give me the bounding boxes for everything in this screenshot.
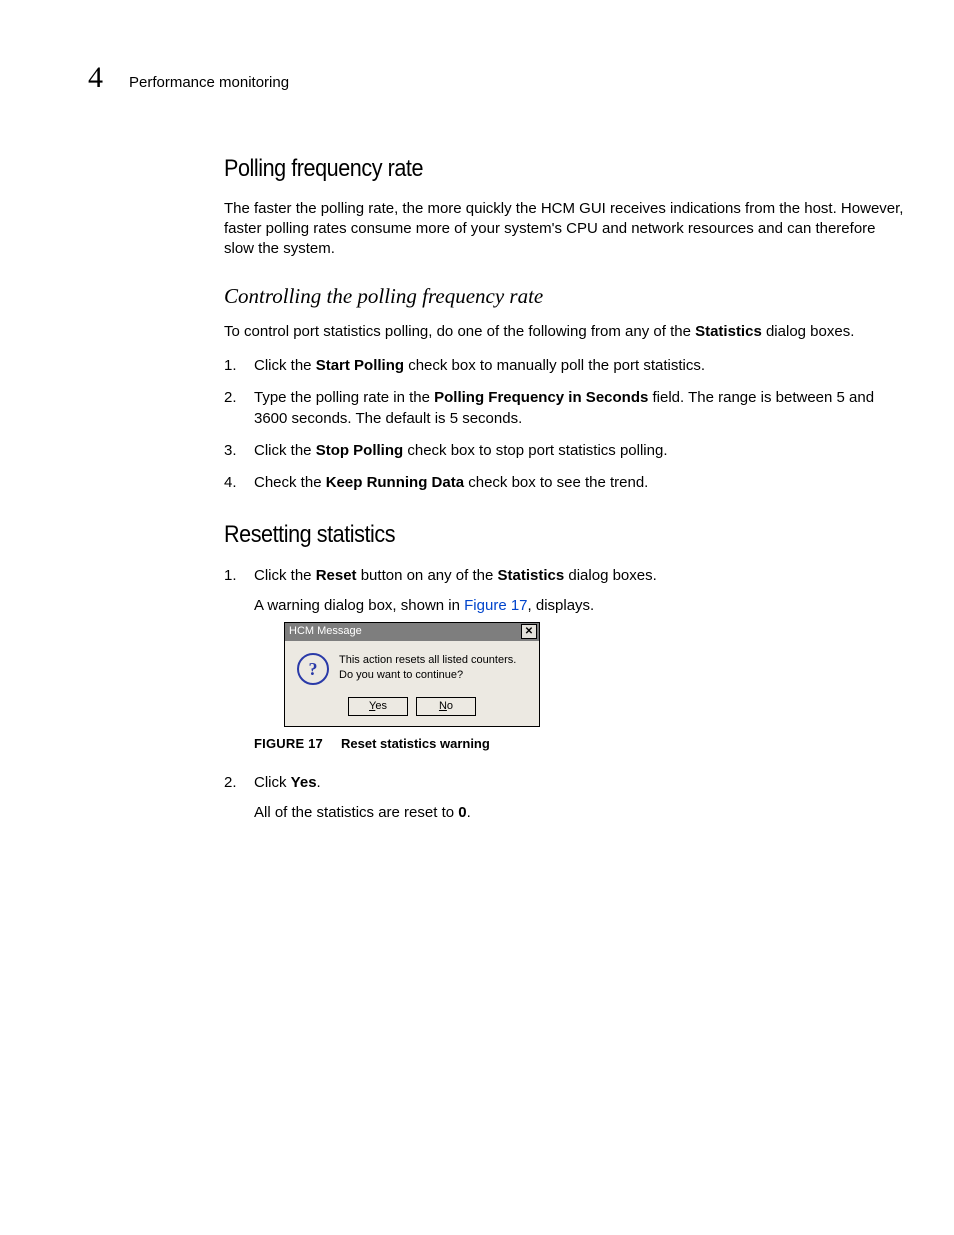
text-bold: 0 — [458, 804, 466, 821]
text-bold: Statistics — [695, 323, 762, 340]
list-item: 4. Check the Keep Running Data check box… — [224, 473, 904, 493]
step-number: 3. — [224, 441, 237, 461]
list-item: 1. Click the Start Polling check box to … — [224, 356, 904, 376]
hcm-message-dialog: HCM Message ✕ ? This action resets all l… — [284, 622, 540, 727]
text: Do you want to continue? — [339, 668, 516, 683]
step-number: 2. — [224, 388, 237, 408]
list-item: 2. Type the polling rate in the Polling … — [224, 388, 904, 429]
text: Check the — [254, 474, 326, 491]
dialog-title-text: HCM Message — [289, 624, 362, 639]
figure-caption-text: Reset statistics warning — [341, 736, 490, 751]
step-number: 1. — [224, 356, 237, 376]
content-column: Polling frequency rate The faster the po… — [224, 153, 904, 824]
chapter-number: 4 — [88, 58, 103, 99]
steps-controlling: 1. Click the Start Polling check box to … — [224, 356, 904, 493]
text: . — [467, 804, 471, 821]
step-number: 4. — [224, 473, 237, 493]
paragraph-polling-intro: The faster the polling rate, the more qu… — [224, 199, 904, 260]
paragraph-controlling-intro: To control port statistics polling, do o… — [224, 322, 904, 342]
text: button on any of the — [357, 567, 498, 584]
text: Type the polling rate in the — [254, 389, 434, 406]
text-bold: Yes — [291, 774, 317, 791]
figure-link[interactable]: Figure 17 — [464, 597, 527, 614]
steps-resetting: 1. Click the Reset button on any of the … — [224, 566, 904, 823]
step-number: 2. — [224, 773, 237, 793]
list-item: 3. Click the Stop Polling check box to s… — [224, 441, 904, 461]
text: es — [375, 700, 387, 712]
text: Click the — [254, 442, 316, 459]
text: , displays. — [528, 597, 595, 614]
dialog-body: ? This action resets all listed counters… — [285, 641, 539, 691]
text: dialog boxes. — [564, 567, 657, 584]
text-bold: Statistics — [498, 567, 565, 584]
text-bold: Polling Frequency in Seconds — [434, 389, 648, 406]
dialog-message: This action resets all listed counters. … — [339, 653, 516, 685]
text: check box to manually poll the port stat… — [404, 357, 705, 374]
text: check box to stop port statistics pollin… — [403, 442, 667, 459]
figure-label: FIGURE 17 — [254, 736, 323, 751]
step-subtext: A warning dialog box, shown in Figure 17… — [254, 596, 904, 616]
text: This action resets all listed counters. — [339, 653, 516, 668]
text: Click the — [254, 567, 316, 584]
step-subtext: All of the statistics are reset to 0. — [254, 803, 904, 823]
heading-controlling-polling: Controlling the polling frequency rate — [224, 282, 904, 310]
list-item: 2. Click Yes. All of the statistics are … — [224, 773, 904, 824]
running-header: 4 Performance monitoring — [88, 58, 882, 99]
text: . — [317, 774, 321, 791]
text-bold: Start Polling — [316, 357, 404, 374]
step-number: 1. — [224, 566, 237, 586]
dialog-buttons: Yes No — [285, 691, 539, 726]
page: 4 Performance monitoring Polling frequen… — [0, 0, 954, 1235]
figure-caption: FIGURE 17 Reset statistics warning — [254, 735, 904, 753]
no-button[interactable]: No — [416, 697, 476, 716]
text-bold: Keep Running Data — [326, 474, 464, 491]
dialog-titlebar: HCM Message ✕ — [285, 623, 539, 641]
text: check box to see the trend. — [464, 474, 648, 491]
text: dialog boxes. — [762, 323, 855, 340]
text: Click the — [254, 357, 316, 374]
text: A warning dialog box, shown in — [254, 597, 464, 614]
text-bold: Stop Polling — [316, 442, 404, 459]
section-title: Performance monitoring — [129, 73, 289, 93]
text: Click — [254, 774, 291, 791]
yes-button[interactable]: Yes — [348, 697, 408, 716]
text: o — [447, 700, 453, 712]
mnemonic: N — [439, 700, 447, 712]
list-item: 1. Click the Reset button on any of the … — [224, 566, 904, 753]
question-icon: ? — [297, 653, 329, 685]
heading-resetting-statistics: Resetting statistics — [224, 519, 836, 551]
text: All of the statistics are reset to — [254, 804, 458, 821]
text: To control port statistics polling, do o… — [224, 323, 695, 340]
text-bold: Reset — [316, 567, 357, 584]
heading-polling-frequency: Polling frequency rate — [224, 153, 836, 185]
close-icon[interactable]: ✕ — [521, 624, 537, 639]
